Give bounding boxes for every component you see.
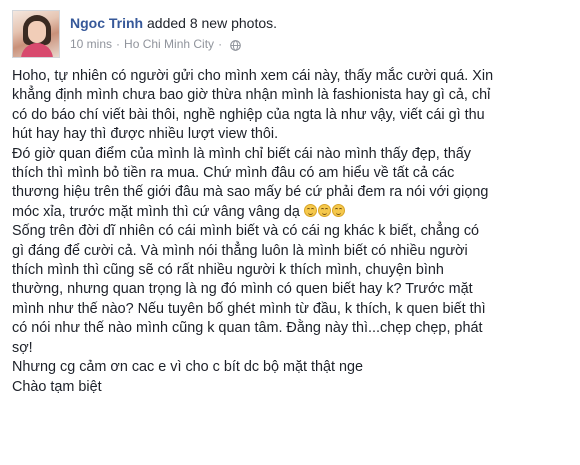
meta-separator: ·	[116, 37, 121, 51]
post-title-line: Ngoc Trinh added 8 new photos.	[70, 14, 277, 32]
facebook-post: Ngoc Trinh added 8 new photos. 10 mins ·…	[0, 0, 580, 465]
author-name-link[interactable]: Ngoc Trinh	[70, 15, 143, 31]
avatar-face	[28, 21, 46, 43]
post-timestamp[interactable]: 10 mins	[70, 36, 112, 52]
post-location[interactable]: Ho Chi Minh City	[124, 36, 214, 52]
post-body: Hoho, tự nhiên có người gửi cho mình xem…	[12, 67, 572, 397]
post-header: Ngoc Trinh added 8 new photos. 10 mins ·…	[12, 10, 568, 60]
grinning-emoji-icon	[317, 203, 331, 217]
grinning-emoji-icon	[303, 203, 317, 217]
post-paragraph: Sống trên đời dĩ nhiên có cái mình biết …	[12, 223, 486, 356]
avatar-body	[21, 43, 53, 57]
post-paragraph: Đó giờ quan điểm của mình là mình chỉ bi…	[12, 145, 489, 220]
grinning-emoji-icon	[331, 203, 345, 217]
post-paragraph: Hoho, tự nhiên có người gửi cho mình xem…	[12, 68, 494, 143]
post-action-text: added 8 new photos.	[147, 15, 278, 31]
post-meta: 10 mins · Ho Chi Minh City ·	[70, 36, 241, 52]
globe-icon[interactable]	[230, 39, 241, 51]
avatar[interactable]	[12, 10, 60, 58]
post-paragraph: Nhưng cg cảm ơn cac e vì cho c bít dc bộ…	[12, 359, 364, 376]
meta-separator: ·	[218, 37, 223, 51]
post-paragraph: Chào tạm biệt	[12, 378, 102, 395]
